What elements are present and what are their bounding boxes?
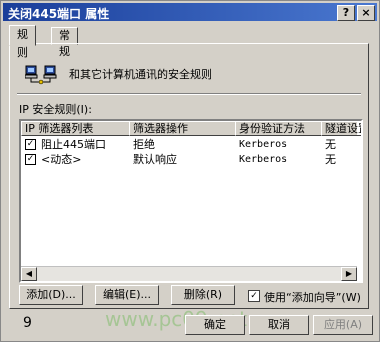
table-row[interactable]: ✓ 阻止445端口 拒绝 Kerberos 无 xyxy=(21,137,357,152)
rule-checkbox[interactable]: ✓ xyxy=(25,139,36,150)
window-title: 关闭445端口 属性 xyxy=(8,7,110,21)
page-number: 9 xyxy=(23,315,32,331)
tunnel-cell: 无 xyxy=(325,153,336,166)
column-header-auth-method[interactable]: 身份验证方法 xyxy=(235,121,322,136)
remove-button[interactable]: 删除(R) xyxy=(171,285,235,305)
tunnel-cell: 无 xyxy=(325,138,336,151)
rule-checkbox[interactable]: ✓ xyxy=(25,154,36,165)
filter-action-cell: 拒绝 xyxy=(133,138,155,151)
auth-method-cell: Kerberos xyxy=(239,154,288,165)
help-button[interactable]: ? xyxy=(337,5,355,21)
auth-method-cell: Kerberos xyxy=(239,139,288,150)
wizard-checkbox[interactable]: ✓ xyxy=(248,290,260,302)
table-row[interactable]: ✓ <动态> 默认响应 Kerberos 无 xyxy=(21,152,357,167)
ok-button[interactable]: 确定 xyxy=(185,315,245,335)
separator xyxy=(17,93,361,95)
close-button[interactable]: × xyxy=(357,5,375,21)
column-header-tunnel[interactable]: 隧道设置 xyxy=(321,121,361,136)
cancel-button[interactable]: 取消 xyxy=(249,315,309,335)
description-text: 和其它计算机通讯的安全规则 xyxy=(69,68,212,81)
filter-list-cell: 阻止445端口 xyxy=(41,138,106,151)
horizontal-scrollbar[interactable]: ◀ ▶ xyxy=(21,266,357,281)
scroll-right-icon[interactable]: ▶ xyxy=(341,267,357,281)
column-header-filter-list[interactable]: IP 筛选器列表 xyxy=(21,121,130,136)
network-computers-icon xyxy=(25,65,57,85)
filter-action-cell: 默认响应 xyxy=(133,153,177,166)
column-header-filter-action[interactable]: 筛选器操作 xyxy=(129,121,236,136)
tab-rules[interactable]: 规则 xyxy=(9,25,36,59)
title-bar[interactable]: 关闭445端口 属性 ? × xyxy=(3,3,377,21)
wizard-label: 使用“添加向导”(W) xyxy=(264,291,361,304)
add-button[interactable]: 添加(D)... xyxy=(19,285,83,305)
properties-dialog: 关闭445端口 属性 ? × 规则 常规 和其它计算机通讯的安全规则 IP 安全… xyxy=(0,0,380,342)
scroll-left-icon[interactable]: ◀ xyxy=(21,267,37,281)
filter-list-cell: <动态> xyxy=(41,153,82,166)
apply-button[interactable]: 应用(A) xyxy=(313,315,373,335)
list-header: IP 筛选器列表 筛选器操作 身份验证方法 隧道设置 xyxy=(21,121,361,136)
edit-button[interactable]: 编辑(E)... xyxy=(95,285,159,305)
rules-list[interactable]: IP 筛选器列表 筛选器操作 身份验证方法 隧道设置 ✓ 阻止445端口 拒绝 … xyxy=(19,119,363,283)
rules-list-label: IP 安全规则(I): xyxy=(19,103,92,116)
